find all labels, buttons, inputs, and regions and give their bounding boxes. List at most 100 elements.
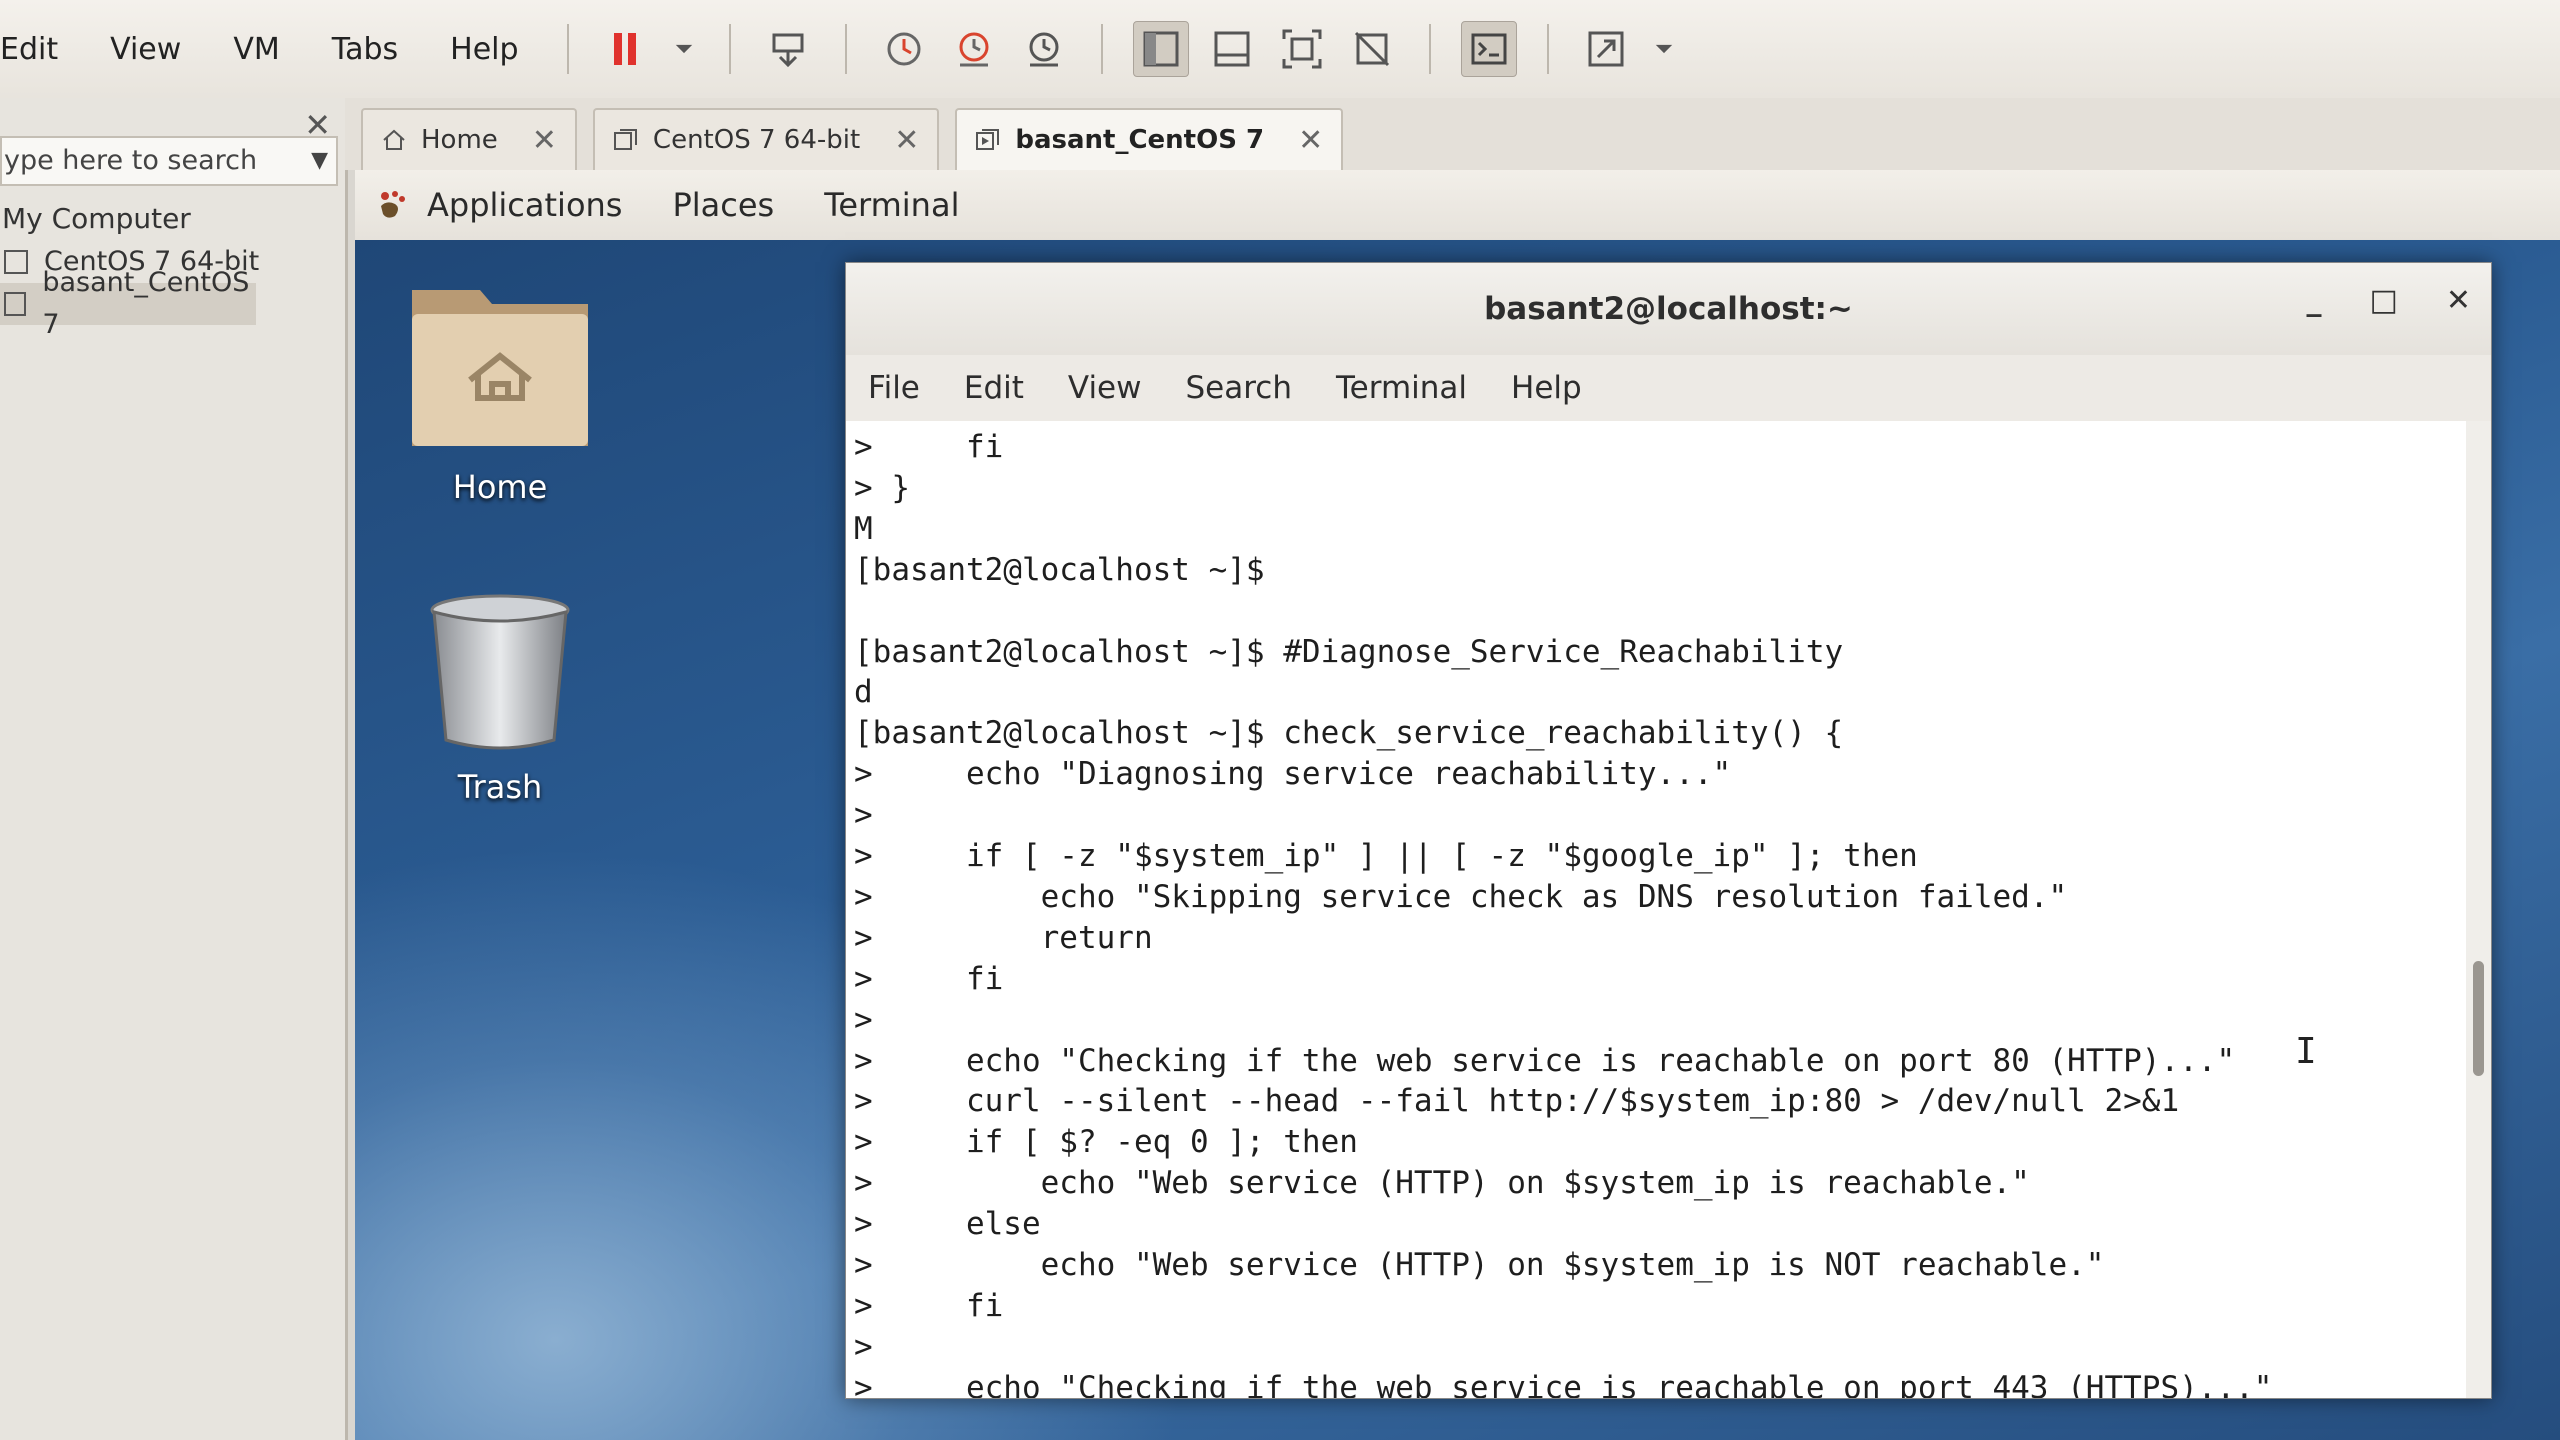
unity-button[interactable] [1345, 22, 1399, 76]
terminal-line: > else [854, 1206, 1041, 1243]
gnome-foot-icon [381, 191, 405, 218]
toolbar-separator [1100, 24, 1103, 74]
terminal-app-menu[interactable]: Terminal [824, 186, 959, 224]
guest-top-bar: Applications Places Terminal [355, 170, 2560, 240]
stretch-icon [1588, 31, 1624, 67]
vm-icon [4, 250, 28, 274]
terminal-line: > echo "Checking if the web service is r… [854, 1042, 2236, 1079]
revert-snapshot-button[interactable] [947, 22, 1001, 76]
snapshot-manager-button[interactable] [1017, 22, 1071, 76]
vm-running-icon [976, 129, 1000, 150]
terminal-lines: > fi > } M [basant2@localhost ~]$ [basant2@l… [846, 421, 2466, 1398]
menu-edit[interactable]: Edit [0, 32, 84, 67]
terminal-titlebar[interactable]: basant2@localhost:~ _ □ ✕ [846, 263, 2491, 355]
host-menubar: Edit View VM Tabs Help [0, 0, 2560, 100]
terminal-line: > echo "Web service (HTTP) on $system_ip… [854, 1247, 2105, 1284]
terminal-line: > [854, 1328, 873, 1365]
host-menu: Edit View VM Tabs Help [0, 32, 545, 67]
terminal-menu-view[interactable]: View [1046, 370, 1164, 406]
desktop-icon-home[interactable]: Home [400, 270, 600, 506]
terminal-line: > fi [854, 429, 1004, 465]
close-tab-icon[interactable]: ✕ [532, 123, 557, 158]
unity-icon [1354, 31, 1389, 67]
chevron-down-icon [1655, 44, 1672, 54]
terminal-menu-terminal[interactable]: Terminal [1314, 370, 1489, 406]
terminal-menu-file[interactable]: File [846, 370, 942, 406]
close-icon[interactable]: ✕ [2446, 283, 2471, 318]
desktop-icon-label: Trash [457, 768, 543, 806]
stretch-dropdown-button[interactable] [1649, 22, 1679, 76]
terminal-line: > curl --silent --head --fail http://$sy… [854, 1083, 2180, 1120]
power-dropdown-button[interactable] [669, 22, 699, 76]
terminal-menu-help[interactable]: Help [1489, 370, 1604, 406]
thumbnail-bar-button[interactable] [1205, 22, 1259, 76]
library-search-input[interactable]: ype here to search ▼ [0, 136, 338, 186]
terminal-line: > fi [854, 1288, 1004, 1325]
pause-button[interactable] [599, 22, 653, 76]
tab-basant-centos7[interactable]: basant_CentOS 7 ✕ [955, 108, 1344, 170]
library-panel: ✕ ype here to search ▼ My Computer CentO… [0, 98, 348, 1440]
desktop-icon-trash[interactable]: Trash [400, 590, 600, 806]
tab-centos7[interactable]: CentOS 7 64-bit ✕ [592, 108, 940, 170]
vm-tab-strip: Home ✕ CentOS 7 64-bit ✕ basant_CentOS 7… [345, 98, 2560, 170]
menu-view[interactable]: View [84, 32, 207, 67]
tree-item-basant-centos7[interactable]: basant_CentOS 7 [0, 267, 256, 340]
full-screen-button[interactable] [1275, 22, 1329, 76]
tab-home[interactable]: Home ✕ [361, 108, 577, 170]
show-library-button[interactable] [1132, 21, 1189, 77]
terminal-output[interactable]: > fi > } M [basant2@localhost ~]$ [basant2@l… [846, 421, 2466, 1398]
terminal-line: [basant2@localhost ~]$ check_service_rea… [854, 715, 1844, 752]
toolbar-separator [1428, 24, 1431, 74]
terminal-title: basant2@localhost:~ [1484, 291, 1853, 327]
scrollbar-thumb[interactable] [2473, 961, 2484, 1076]
pause-icon [613, 33, 636, 65]
terminal-line: M [854, 510, 873, 547]
terminal-line: > } [854, 469, 910, 506]
console-icon [1471, 33, 1507, 65]
terminal-scrollbar[interactable] [2466, 421, 2491, 1398]
toolbar-separator [728, 24, 731, 74]
full-screen-icon [1282, 29, 1322, 69]
places-menu[interactable]: Places [672, 186, 774, 224]
terminal-line: > fi [854, 960, 1004, 997]
send-keys-icon [772, 33, 804, 68]
terminal-line: > [854, 797, 873, 834]
close-tab-icon[interactable]: ✕ [894, 123, 919, 158]
window-controls: _ □ ✕ [2307, 283, 2472, 318]
terminal-window[interactable]: basant2@localhost:~ _ □ ✕ File Edit View… [845, 262, 2492, 1399]
desktop-icon-label: Home [452, 468, 548, 506]
send-ctrl-alt-del-button[interactable] [761, 22, 815, 76]
chevron-down-icon [675, 44, 692, 54]
menu-tabs[interactable]: Tabs [306, 32, 424, 67]
terminal-menu-edit[interactable]: Edit [942, 370, 1046, 406]
tree-item-label: basant_CentOS 7 [42, 267, 250, 340]
vm-running-icon [4, 292, 27, 316]
menu-vm[interactable]: VM [207, 32, 305, 67]
tab-label: CentOS 7 64-bit [652, 125, 861, 155]
snapshot-manager-icon [1029, 32, 1059, 67]
terminal-line: d [854, 674, 873, 711]
terminal-menu-search[interactable]: Search [1164, 370, 1315, 406]
stretch-guest-button[interactable] [1579, 22, 1633, 76]
terminal-line: > echo "Web service (HTTP) on $system_ip… [854, 1165, 2030, 1202]
applications-menu[interactable]: Applications [427, 186, 622, 224]
snapshot-button[interactable] [877, 22, 931, 76]
home-icon [383, 129, 405, 150]
close-tab-icon[interactable]: ✕ [1298, 123, 1323, 158]
terminal-line: [basant2@localhost ~]$ [854, 551, 1265, 588]
console-view-button[interactable] [1460, 21, 1517, 77]
tree-root-my-computer[interactable]: My Computer [0, 198, 345, 241]
maximize-icon[interactable]: □ [2370, 283, 2398, 318]
terminal-line: > echo "Skipping service check as DNS re… [854, 878, 2068, 915]
chevron-down-icon[interactable]: ▼ [311, 138, 328, 184]
terminal-line: > echo "Checking if the web service is r… [854, 1369, 2273, 1398]
terminal-line: [basant2@localhost ~]$ #Diagnose_Service… [854, 633, 1844, 670]
menu-help[interactable]: Help [424, 32, 544, 67]
revert-clock-icon [959, 32, 989, 67]
vm-icon [613, 129, 637, 150]
terminal-line: > echo "Diagnosing service reachability.… [854, 756, 1732, 793]
terminal-menubar: File Edit View Search Terminal Help [846, 355, 2491, 422]
library-panel-icon [1143, 31, 1179, 67]
minimize-icon[interactable]: _ [2307, 283, 2322, 318]
